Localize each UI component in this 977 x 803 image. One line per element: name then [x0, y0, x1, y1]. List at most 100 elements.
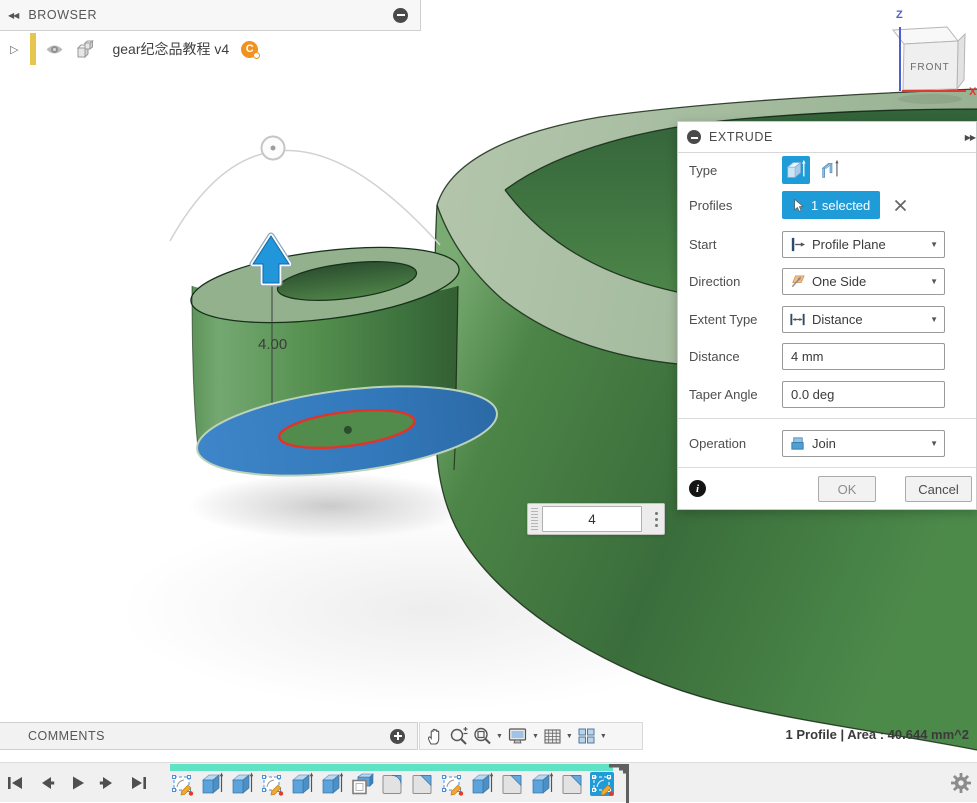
extrude-dialog: EXTRUDE ▶▶ Type	[677, 121, 977, 510]
distance-manipulator-input[interactable]	[542, 506, 642, 532]
playback-step-back-icon[interactable]	[35, 772, 57, 794]
distance-extent-icon	[789, 311, 806, 328]
dialog-title: EXTRUDE	[709, 130, 773, 144]
timeline-feature-fillet-8[interactable]	[380, 772, 404, 796]
timeline-feature-sketch-4[interactable]	[260, 772, 284, 796]
ok-button[interactable]: OK	[818, 476, 876, 502]
rotate-manipulator-handle[interactable]	[262, 137, 285, 160]
timeline-playhead[interactable]	[606, 763, 630, 803]
display-settings-icon[interactable]	[507, 726, 528, 746]
timeline-feature-chamfer-14[interactable]	[560, 772, 584, 796]
dock-dialog-icon[interactable]: ▶▶	[965, 133, 975, 142]
start-dropdown[interactable]: Profile Plane ▼	[782, 231, 945, 258]
browser-panel-header: ◀◀ BROWSER	[0, 0, 421, 31]
profile-plane-icon	[789, 236, 806, 253]
timeline-feature-sketch-10[interactable]	[440, 772, 464, 796]
dialog-header[interactable]: EXTRUDE ▶▶	[678, 122, 976, 153]
timeline-feature-box-7[interactable]	[350, 772, 374, 796]
operation-label: Operation	[689, 436, 782, 451]
active-document-marker	[30, 33, 36, 65]
collapse-panel-icon[interactable]: ◀◀	[8, 11, 18, 20]
document-name[interactable]: gear纪念品教程 v4	[112, 39, 229, 59]
z-axis-label: Z	[896, 9, 903, 21]
x-axis-label: X	[969, 86, 977, 98]
chevron-down-icon[interactable]: ▼	[566, 733, 573, 740]
timeline-selected-range[interactable]	[170, 764, 613, 771]
pan-icon[interactable]	[425, 726, 445, 746]
drag-handle[interactable]	[531, 508, 538, 530]
timeline-feature-extrude-11[interactable]	[470, 772, 494, 796]
browser-document-row[interactable]: ▷ gear纪念品教程 v4 C	[10, 33, 258, 65]
profiles-label: Profiles	[689, 198, 782, 213]
timeline-feature-chamfer-12[interactable]	[500, 772, 524, 796]
collapse-dialog-icon[interactable]	[687, 130, 701, 144]
clear-selection-icon[interactable]	[894, 199, 907, 212]
comments-title: COMMENTS	[28, 729, 105, 743]
visibility-eye-icon[interactable]	[45, 42, 64, 57]
info-icon[interactable]: i	[689, 480, 706, 497]
profiles-selection-button[interactable]: 1 selected	[782, 191, 880, 219]
navigation-toolbar: ▼ ▼ ▼ ▼	[419, 722, 643, 750]
chevron-down-icon[interactable]: ▼	[532, 733, 539, 740]
distance-input[interactable]	[782, 343, 945, 370]
cylinder-shadow	[188, 473, 472, 539]
timeline-feature-strip	[170, 772, 614, 796]
timeline-feature-extrude-2[interactable]	[200, 772, 224, 796]
chevron-down-icon[interactable]: ▼	[496, 733, 503, 740]
extrude-solid-type-button[interactable]	[782, 156, 810, 184]
chevron-down-icon: ▼	[930, 240, 938, 249]
timeline-feature-chamfer-9[interactable]	[410, 772, 434, 796]
chevron-down-icon[interactable]: ▼	[600, 733, 607, 740]
timeline-feature-extrude-13[interactable]	[530, 772, 554, 796]
zoom-icon[interactable]	[448, 726, 469, 747]
expand-caret-icon[interactable]: ▷	[10, 43, 18, 56]
grid-and-snaps-icon[interactable]	[543, 727, 562, 746]
comments-panel[interactable]: COMMENTS	[0, 722, 418, 750]
cancel-button[interactable]: Cancel	[905, 476, 972, 502]
status-text: 1 Profile | Area : 40.644 mm^2	[786, 727, 969, 742]
taper-angle-input[interactable]	[782, 381, 945, 408]
playback-go-to-start-icon[interactable]	[4, 772, 26, 794]
dimension-label: 4.00	[258, 336, 287, 353]
cloud-sync-badge: C	[241, 41, 258, 58]
minimize-icon[interactable]	[393, 8, 408, 23]
taper-angle-label: Taper Angle	[689, 387, 782, 402]
start-label: Start	[689, 237, 782, 252]
kebab-menu-icon[interactable]	[655, 512, 658, 527]
chevron-down-icon: ▼	[930, 439, 938, 448]
distance-manipulator-box	[527, 503, 665, 535]
extent-type-dropdown[interactable]: Distance ▼	[782, 306, 945, 333]
playback-go-to-end-icon[interactable]	[128, 772, 150, 794]
component-icon	[75, 39, 96, 60]
viewports-icon[interactable]	[577, 727, 596, 745]
timeline-feature-extrude-3[interactable]	[230, 772, 254, 796]
timeline-settings-gear-icon[interactable]	[950, 772, 972, 794]
timeline-feature-sketch-1[interactable]	[170, 772, 194, 796]
operation-dropdown[interactable]: Join ▼	[782, 430, 945, 457]
playback-step-forward-icon[interactable]	[97, 772, 119, 794]
cursor-icon	[792, 198, 806, 213]
timeline-playback-controls	[4, 763, 150, 803]
timeline-feature-extrude-5[interactable]	[290, 772, 314, 796]
direction-dropdown[interactable]: One Side ▼	[782, 268, 945, 295]
fit-icon[interactable]	[472, 726, 492, 746]
timeline-feature-extrude-6[interactable]	[320, 772, 344, 796]
type-label: Type	[689, 163, 782, 178]
viewcube-shadow	[898, 94, 962, 104]
direction-label: Direction	[689, 274, 782, 289]
extrude-thin-type-button[interactable]	[817, 156, 845, 184]
timeline-bar	[0, 762, 977, 802]
one-side-icon	[789, 273, 806, 290]
divider	[678, 418, 976, 419]
playback-play-icon[interactable]	[66, 772, 88, 794]
extent-type-label: Extent Type	[689, 312, 782, 327]
view-cube[interactable]: FRONT Z X	[870, 0, 977, 110]
add-comment-icon[interactable]	[390, 729, 405, 744]
distance-label: Distance	[689, 349, 782, 364]
browser-title: BROWSER	[28, 8, 97, 22]
viewcube-front-label: FRONT	[910, 62, 949, 73]
rotate-manipulator-arc	[170, 150, 440, 245]
divider	[678, 467, 976, 468]
join-operation-icon	[789, 435, 806, 452]
chevron-down-icon: ▼	[930, 277, 938, 286]
